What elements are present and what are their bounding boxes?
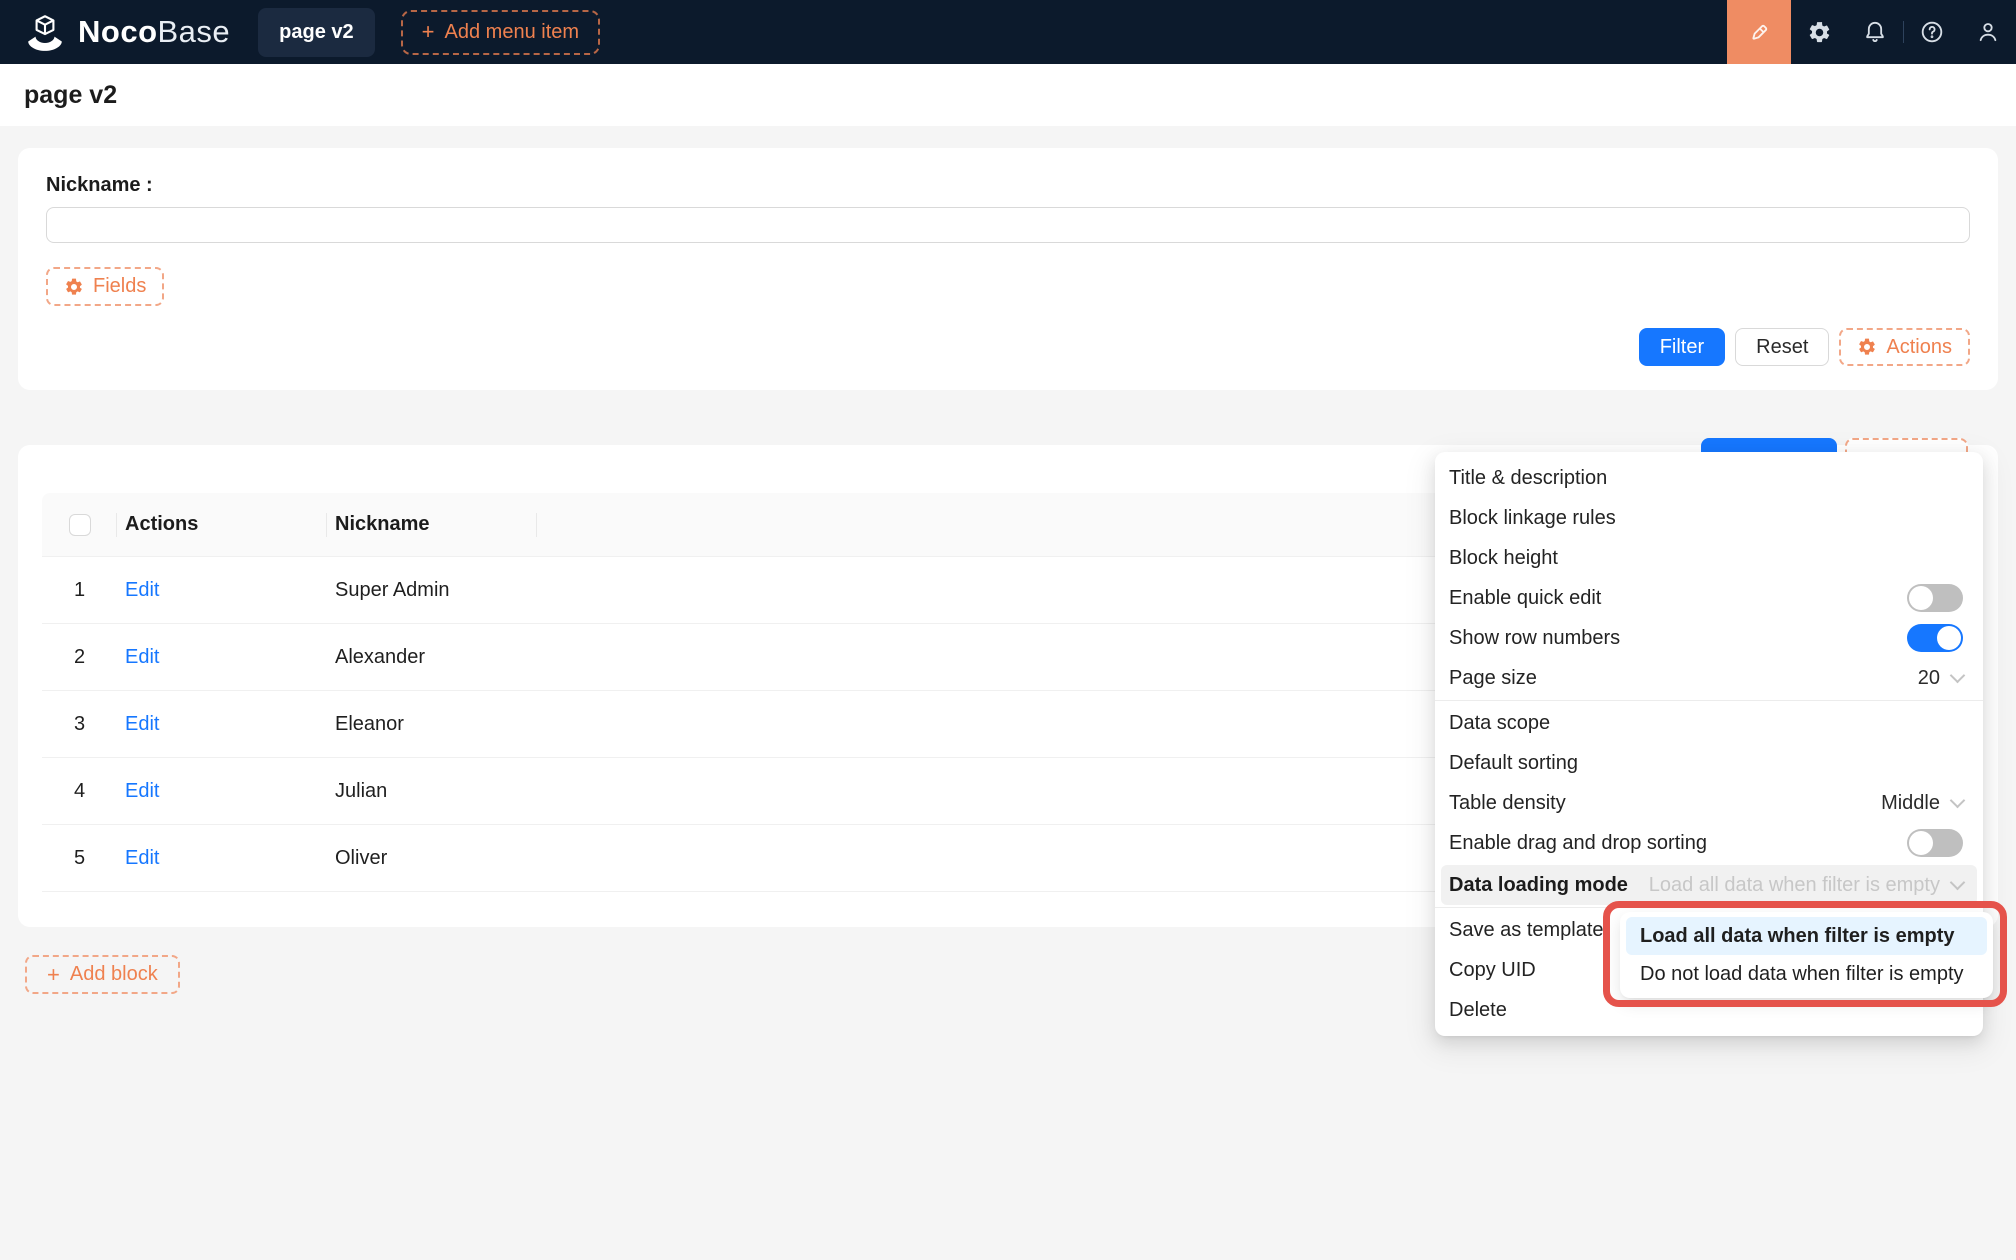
menu-item-data-loading-mode[interactable]: Data loading mode Load all data when fil… bbox=[1441, 865, 1977, 905]
menu-item-default-sorting[interactable]: Default sorting bbox=[1435, 743, 1983, 783]
chevron-down-icon bbox=[1950, 667, 1966, 683]
user-menu-button[interactable] bbox=[1960, 0, 2016, 64]
filter-form-block: Nickname : Fields Filter Reset Actions bbox=[18, 148, 1998, 390]
row-number: 1 bbox=[42, 579, 117, 602]
menu-item-block-height[interactable]: Block height bbox=[1435, 538, 1983, 578]
submenu-option-do-not-load-data[interactable]: Do not load data when filter is empty bbox=[1626, 955, 1987, 993]
plus-icon: + bbox=[47, 964, 60, 986]
menu-item-show-row-numbers[interactable]: Show row numbers bbox=[1435, 618, 1983, 658]
navbar-right-icons bbox=[1727, 0, 2016, 64]
menu-item-data-scope[interactable]: Data scope bbox=[1435, 703, 1983, 743]
enable-quick-edit-toggle[interactable] bbox=[1907, 584, 1963, 612]
page-title: page v2 bbox=[24, 81, 1992, 110]
select-all-checkbox[interactable] bbox=[69, 514, 91, 536]
plus-icon: + bbox=[422, 21, 435, 43]
menu-tab-page-v2[interactable]: page v2 bbox=[258, 8, 374, 57]
column-header-actions[interactable]: Actions bbox=[117, 513, 327, 536]
edit-link[interactable]: Edit bbox=[125, 713, 159, 735]
settings-button[interactable] bbox=[1791, 0, 1847, 64]
add-block-button[interactable]: + Add block bbox=[25, 955, 180, 994]
table-density-value: Middle bbox=[1881, 792, 1940, 815]
notifications-button[interactable] bbox=[1847, 0, 1903, 64]
nickname-cell: Oliver bbox=[327, 847, 537, 870]
edit-link[interactable]: Edit bbox=[125, 847, 159, 869]
gear-icon bbox=[1857, 337, 1877, 357]
nocobase-logo-icon bbox=[24, 11, 66, 53]
gear-icon bbox=[1807, 20, 1832, 45]
actions-config-button[interactable]: Actions bbox=[1839, 328, 1970, 366]
chevron-down-icon bbox=[1950, 874, 1966, 890]
nickname-cell: Julian bbox=[327, 780, 537, 803]
nocobase-brand: NocoBase bbox=[24, 11, 230, 53]
menu-divider bbox=[1435, 700, 1983, 701]
nickname-field-label: Nickname : bbox=[46, 174, 1970, 197]
column-header-nickname[interactable]: Nickname bbox=[327, 513, 537, 536]
page-header: page v2 bbox=[0, 64, 2016, 126]
nickname-input[interactable] bbox=[46, 207, 1970, 243]
ui-editor-highlighter-button[interactable] bbox=[1727, 0, 1791, 64]
menu-item-enable-quick-edit[interactable]: Enable quick edit bbox=[1435, 578, 1983, 618]
user-icon bbox=[1975, 19, 2001, 45]
gear-icon bbox=[64, 277, 84, 297]
nickname-cell: Eleanor bbox=[327, 713, 537, 736]
page-size-value: 20 bbox=[1918, 667, 1940, 690]
row-number: 2 bbox=[42, 646, 117, 669]
brand-name: NocoBase bbox=[78, 14, 230, 50]
drag-drop-sorting-toggle[interactable] bbox=[1907, 829, 1963, 857]
filter-button[interactable]: Filter bbox=[1639, 328, 1725, 366]
menu-item-enable-drag-drop-sorting[interactable]: Enable drag and drop sorting bbox=[1435, 823, 1983, 863]
nickname-cell: Alexander bbox=[327, 646, 537, 669]
row-number: 5 bbox=[42, 847, 117, 870]
menu-item-block-linkage-rules[interactable]: Block linkage rules bbox=[1435, 498, 1983, 538]
top-navbar: NocoBase page v2 + Add menu item bbox=[0, 0, 2016, 64]
menu-item-table-density[interactable]: Table density Middle bbox=[1435, 783, 1983, 823]
highlighter-icon bbox=[1746, 19, 1772, 45]
edit-link[interactable]: Edit bbox=[125, 646, 159, 668]
menu-divider bbox=[1435, 907, 1983, 908]
bell-icon bbox=[1862, 19, 1888, 45]
fields-config-button[interactable]: Fields bbox=[46, 267, 164, 306]
help-button[interactable] bbox=[1904, 0, 1960, 64]
add-menu-item-button[interactable]: + Add menu item bbox=[401, 10, 600, 55]
menu-item-title-description[interactable]: Title & description bbox=[1435, 458, 1983, 498]
reset-button[interactable]: Reset bbox=[1735, 328, 1829, 366]
edit-link[interactable]: Edit bbox=[125, 780, 159, 802]
data-loading-mode-submenu: Load all data when filter is empty Do no… bbox=[1620, 912, 1993, 998]
submenu-option-load-all-data[interactable]: Load all data when filter is empty bbox=[1626, 917, 1987, 955]
menu-item-page-size[interactable]: Page size 20 bbox=[1435, 658, 1983, 698]
row-number: 3 bbox=[42, 713, 117, 736]
data-loading-mode-value: Load all data when filter is empty bbox=[1649, 874, 1940, 897]
question-icon bbox=[1919, 19, 1945, 45]
edit-link[interactable]: Edit bbox=[125, 579, 159, 601]
show-row-numbers-toggle[interactable] bbox=[1907, 624, 1963, 652]
row-number: 4 bbox=[42, 780, 117, 803]
nickname-cell: Super Admin bbox=[327, 579, 537, 602]
chevron-down-icon bbox=[1950, 792, 1966, 808]
